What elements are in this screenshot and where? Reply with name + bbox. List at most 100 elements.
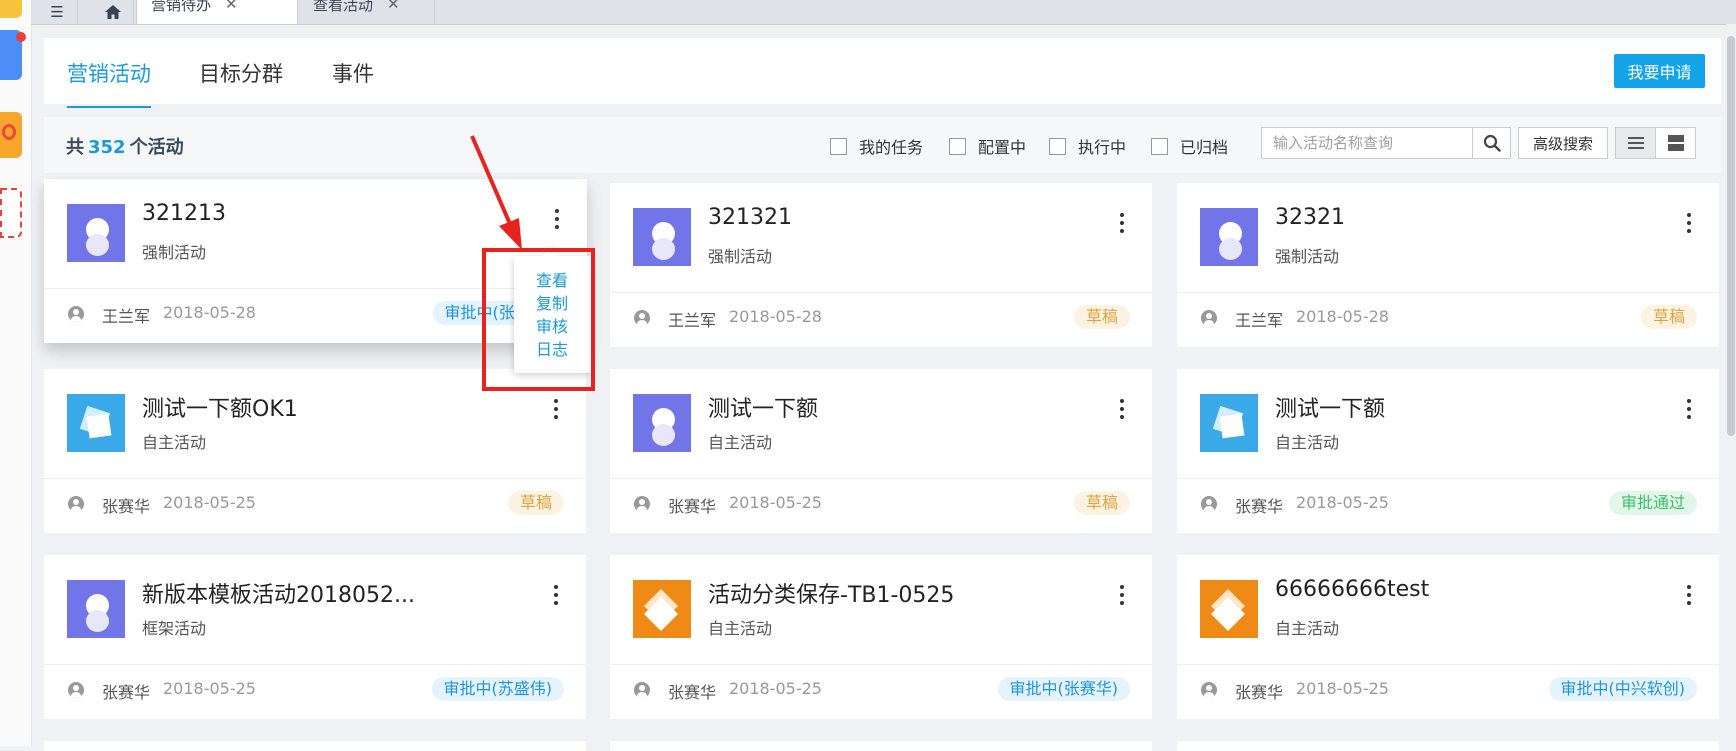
activity-thumbnail	[633, 208, 691, 266]
divider	[610, 664, 1152, 665]
divider	[610, 292, 1152, 293]
status-badge: 审批中(苏盛伟)	[431, 677, 564, 701]
divider	[1177, 664, 1719, 665]
card-title: 测试一下额	[1275, 397, 1386, 422]
activity-card[interactable]: 活动分类保存-TB1-0525 自主活动 张赛华 2018-05-25 审批中(…	[610, 555, 1152, 719]
tab-target-segments[interactable]: 目标分群	[199, 58, 283, 88]
count-value: 352	[88, 137, 126, 158]
count-suffix: 个活动	[129, 137, 184, 158]
card-type: 自主活动	[142, 433, 207, 452]
card-title: 66666666test	[1275, 577, 1430, 602]
more-icon[interactable]	[553, 209, 561, 229]
activity-card[interactable]: 测试一下额 自主活动 张赛华 2018-05-25 审批通过	[1177, 369, 1719, 533]
tab-marketing-activities[interactable]: 营销活动	[67, 58, 151, 108]
card-title: 321321	[708, 205, 792, 230]
count-prefix: 共	[66, 137, 84, 158]
more-icon[interactable]	[1118, 585, 1126, 605]
advanced-search-button[interactable]: 高级搜索	[1518, 127, 1608, 159]
activity-card[interactable]: 321321 强制活动 王兰军 2018-05-28 草稿	[610, 183, 1152, 347]
close-icon[interactable]: ✕	[387, 0, 400, 13]
app-icon[interactable]	[0, 112, 22, 158]
activity-card[interactable]: 测试一下额OK1 自主活动 张赛华 2018-05-25 草稿	[44, 369, 586, 533]
user-icon	[68, 306, 84, 322]
card-date: 2018-05-25	[163, 679, 256, 698]
notification-dot	[16, 32, 26, 42]
tab-marketing-todo[interactable]: 营销待办 ✕	[136, 0, 298, 24]
tab-label: 查看活动	[313, 0, 374, 14]
card-date: 2018-05-28	[729, 307, 822, 326]
checkbox[interactable]	[830, 137, 847, 155]
apply-button[interactable]: 我要申请	[1614, 54, 1705, 88]
status-badge: 审批中(张赛华)	[997, 677, 1130, 701]
filter-label: 我的任务	[859, 138, 924, 157]
card-title: 321213	[142, 201, 226, 226]
card-user: 王兰军	[102, 307, 151, 326]
card-type: 自主活动	[708, 619, 773, 638]
tab-events[interactable]: 事件	[332, 58, 374, 88]
filter-executing[interactable]: 执行中	[1049, 134, 1126, 158]
card-title: 32321	[1275, 205, 1345, 230]
tab-label: 营销待办	[151, 0, 212, 14]
activity-card[interactable]: 测试一下额 自主活动 张赛华 2018-05-25 草稿	[610, 369, 1152, 533]
search-icon	[1483, 134, 1501, 152]
divider	[1177, 292, 1719, 293]
user-icon	[68, 682, 84, 698]
card-date: 2018-05-28	[163, 303, 256, 322]
activity-thumbnail	[1200, 580, 1258, 638]
activity-card[interactable]: 新版本模板活动2018052... 框架活动 张赛华 2018-05-25 审批…	[44, 555, 586, 719]
filter-configuring[interactable]: 配置中	[949, 134, 1026, 158]
app-icon[interactable]	[0, 0, 22, 18]
more-icon[interactable]	[1118, 213, 1126, 233]
card-type: 强制活动	[1275, 247, 1340, 266]
more-icon[interactable]	[552, 399, 560, 419]
user-icon	[1201, 682, 1217, 698]
filter-archived[interactable]: 已归档	[1151, 134, 1228, 158]
activity-card[interactable]	[610, 741, 1152, 751]
more-icon[interactable]	[1118, 399, 1126, 419]
card-date: 2018-05-28	[1296, 307, 1389, 326]
divider	[44, 478, 586, 479]
scrollbar-thumb[interactable]	[1727, 36, 1735, 436]
tab-view-activity[interactable]: 查看活动 ✕	[299, 0, 435, 24]
user-icon	[634, 496, 650, 512]
menu-icon[interactable]: ☰	[37, 0, 78, 24]
card-user: 张赛华	[1235, 683, 1284, 702]
card-title: 活动分类保存-TB1-0525	[708, 583, 955, 608]
filter-my-tasks[interactable]: 我的任务	[830, 134, 923, 158]
card-title: 测试一下额OK1	[142, 397, 298, 422]
activity-thumbnail	[1200, 208, 1258, 266]
card-user: 张赛华	[1235, 497, 1284, 516]
card-user: 张赛华	[102, 497, 151, 516]
app-icon[interactable]	[0, 188, 22, 238]
card-type: 自主活动	[1275, 433, 1340, 452]
app-icon[interactable]	[0, 30, 26, 80]
card-type: 强制活动	[142, 243, 207, 262]
card-type: 自主活动	[708, 433, 773, 452]
activity-card[interactable]	[44, 741, 586, 751]
home-icon[interactable]	[93, 0, 134, 24]
card-user: 王兰军	[1235, 311, 1284, 330]
search-input[interactable]	[1261, 127, 1473, 159]
more-icon[interactable]	[1685, 213, 1693, 233]
checkbox[interactable]	[949, 137, 966, 155]
user-icon	[634, 310, 650, 326]
list-view-button[interactable]	[1615, 127, 1656, 159]
search-button[interactable]	[1472, 127, 1511, 159]
card-type: 框架活动	[142, 619, 207, 638]
activity-card[interactable]	[1177, 741, 1719, 751]
card-date: 2018-05-25	[729, 679, 822, 698]
card-user: 王兰军	[668, 311, 717, 330]
more-icon[interactable]	[552, 585, 560, 605]
checkbox[interactable]	[1049, 137, 1066, 155]
card-view-button[interactable]	[1655, 127, 1696, 159]
status-badge: 审批中(中兴软创)	[1548, 677, 1697, 701]
card-type: 强制活动	[708, 247, 773, 266]
checkbox[interactable]	[1151, 137, 1168, 155]
activity-card[interactable]: 32321 强制活动 王兰军 2018-05-28 草稿	[1177, 183, 1719, 347]
close-icon[interactable]: ✕	[225, 0, 238, 13]
more-icon[interactable]	[1685, 399, 1693, 419]
divider	[1177, 478, 1719, 479]
more-icon[interactable]	[1685, 585, 1693, 605]
app-strip	[0, 0, 32, 746]
activity-card[interactable]: 66666666test 自主活动 张赛华 2018-05-25 审批中(中兴软…	[1177, 555, 1719, 719]
